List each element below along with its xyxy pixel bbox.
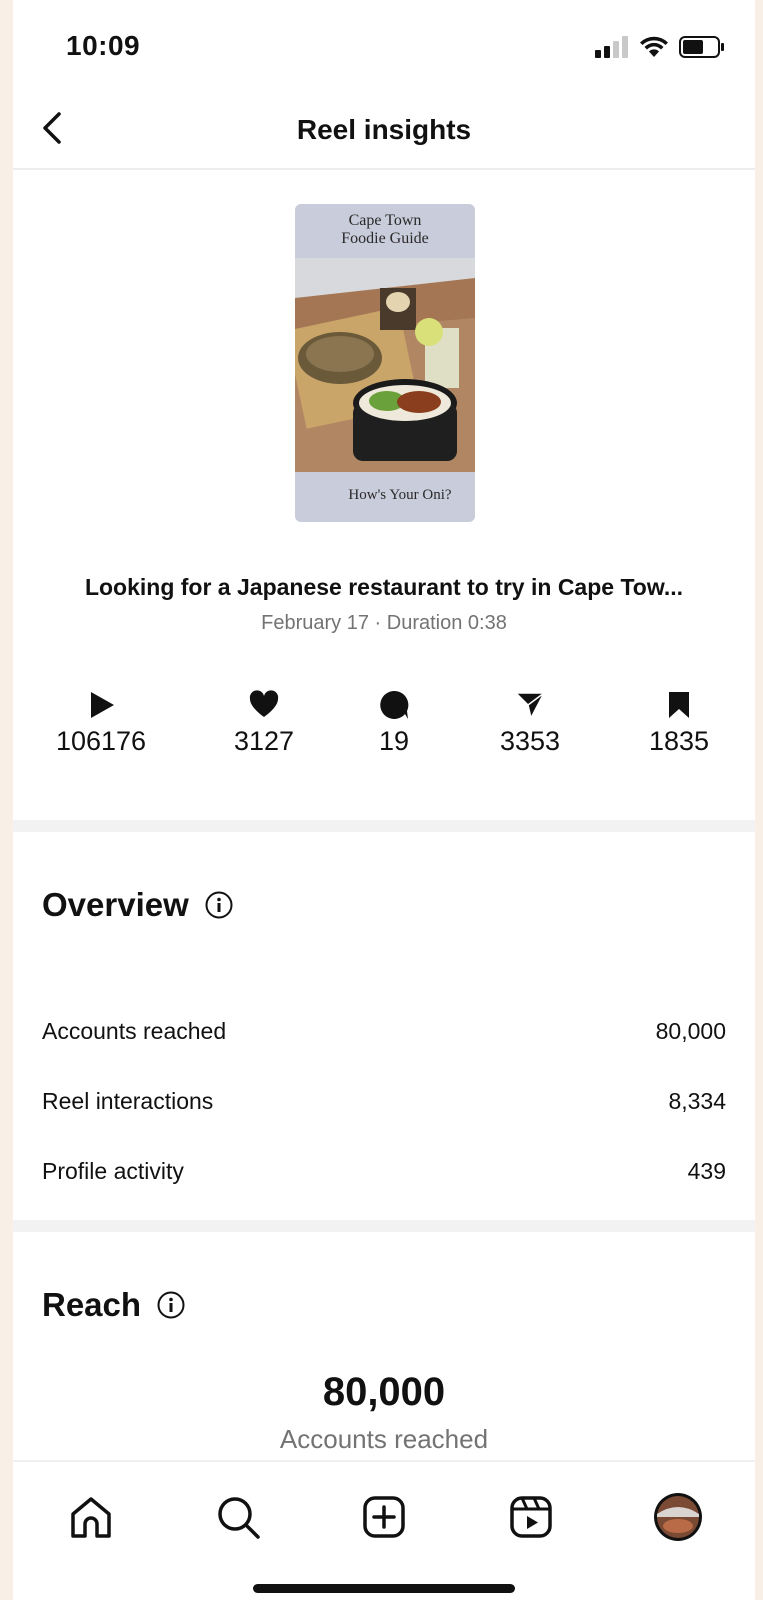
- reel-stats: 106176 3127 19 3353 1835: [13, 690, 755, 770]
- overview-row-reel-interactions[interactable]: Reel interactions 8,334: [42, 1088, 726, 1115]
- share-icon: [515, 692, 545, 719]
- home-icon: [71, 1497, 111, 1538]
- stat-plays: 106176: [36, 690, 166, 757]
- status-time: 10:09: [66, 30, 141, 61]
- nav-home[interactable]: [66, 1492, 116, 1542]
- nav-create[interactable]: [359, 1492, 409, 1542]
- stat-value: 3127: [233, 726, 295, 756]
- bottom-nav: [13, 1460, 755, 1600]
- create-icon: [363, 1496, 405, 1538]
- section-divider: [13, 1220, 755, 1232]
- status-bar: 10:09: [13, 0, 755, 90]
- reach-value: 80,000: [322, 1370, 446, 1414]
- stat-likes: 3127: [199, 690, 329, 757]
- stat-saves: 1835: [614, 690, 744, 757]
- reach-label: Accounts reached: [279, 1424, 489, 1454]
- page-title: Reel insights: [296, 114, 472, 145]
- stat-value: 106176: [55, 726, 147, 756]
- stat-comments: 19: [329, 690, 459, 757]
- reel-meta: February 17 · Duration 0:38: [261, 612, 507, 634]
- overview-row-profile-activity[interactable]: Profile activity 439: [42, 1158, 726, 1185]
- nav-search[interactable]: [213, 1492, 263, 1542]
- profile-avatar: [654, 1493, 702, 1541]
- thumbnail-subtitle: How's Your Oni?: [348, 487, 452, 503]
- signal-icon: [595, 36, 628, 58]
- food-photo: [295, 258, 475, 472]
- info-icon[interactable]: [205, 891, 233, 919]
- battery-icon: [679, 36, 724, 58]
- reel-caption: Looking for a Japanese restaurant to try…: [84, 574, 684, 600]
- comment-icon: [380, 690, 409, 719]
- nav-profile[interactable]: [653, 1492, 703, 1542]
- bookmark-icon: [669, 692, 689, 718]
- reels-icon: [510, 1496, 552, 1538]
- reel-thumbnail[interactable]: Cape Town Foodie Guide How's Your Oni?: [295, 204, 475, 522]
- wifi-icon: [640, 36, 668, 57]
- heart-icon: [249, 690, 279, 717]
- stat-value: 19: [378, 726, 410, 756]
- app-header: Reel insights: [13, 90, 755, 170]
- stat-value: 3353: [499, 726, 561, 756]
- home-indicator: [253, 1584, 515, 1593]
- phone-screen: 10:09 Reel insights Cape Town Foodie Gui…: [13, 0, 755, 1600]
- stat-shares: 3353: [465, 690, 595, 757]
- section-divider: [13, 820, 755, 832]
- info-icon[interactable]: [157, 1291, 185, 1319]
- search-icon: [218, 1497, 260, 1539]
- overview-section-title: Overview: [42, 886, 233, 924]
- stat-value: 1835: [648, 726, 710, 756]
- play-icon: [91, 692, 114, 718]
- thumbnail-title: Cape Town Foodie Guide: [341, 212, 429, 247]
- reach-section-title: Reach: [42, 1286, 185, 1324]
- overview-row-accounts-reached[interactable]: Accounts reached 80,000: [42, 1018, 726, 1045]
- nav-reels[interactable]: [506, 1492, 556, 1542]
